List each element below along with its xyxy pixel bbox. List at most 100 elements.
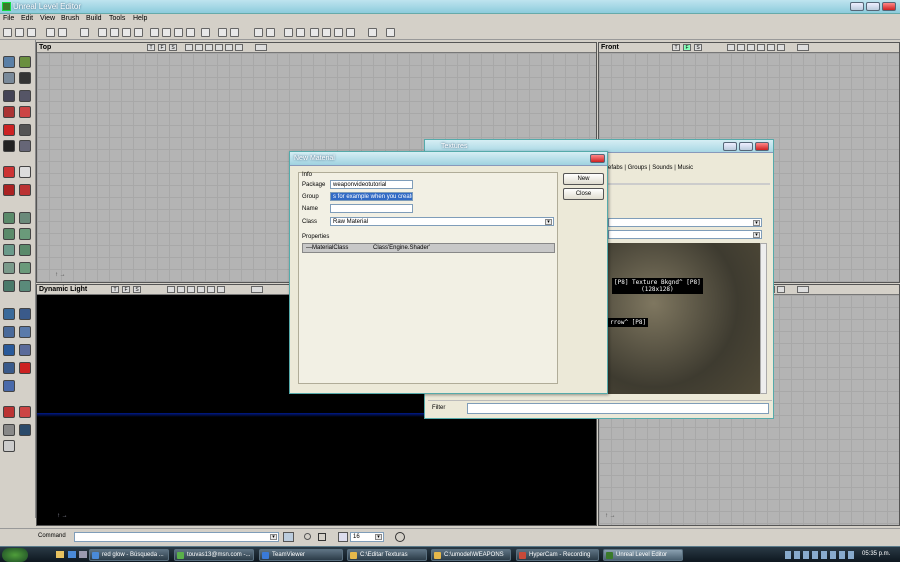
csg-add-icon[interactable]: [3, 308, 15, 320]
csg-subtract-icon[interactable]: [19, 308, 31, 320]
menu-edit[interactable]: Edit: [21, 15, 33, 22]
csg-intersect-icon[interactable]: [3, 326, 15, 338]
terrain-builder-icon[interactable]: [3, 244, 15, 256]
brush-pen-icon[interactable]: [3, 166, 15, 178]
volumetric-builder-icon[interactable]: [19, 244, 31, 256]
build-lighting-icon[interactable]: [266, 28, 275, 37]
view-mode-button[interactable]: [177, 286, 185, 293]
spiral-builder-icon[interactable]: [19, 280, 31, 292]
taskbar-item[interactable]: C:\umodel\WEAPONS: [431, 549, 511, 561]
maximize-button[interactable]: [866, 2, 880, 11]
tab-sounds[interactable]: Sounds: [652, 165, 672, 171]
save-map-icon[interactable]: [27, 28, 36, 37]
viewport-options-button[interactable]: [797, 44, 809, 51]
menu-tools[interactable]: Tools: [109, 15, 125, 22]
menu-brush[interactable]: Brush: [61, 15, 79, 22]
cylinder-builder-icon[interactable]: [3, 262, 15, 274]
sheet-builder-icon[interactable]: [19, 212, 31, 224]
close-button[interactable]: [882, 2, 896, 11]
select-inverse-icon[interactable]: [3, 424, 15, 436]
movie-icon[interactable]: [3, 140, 15, 152]
view-side-button[interactable]: S: [169, 44, 177, 51]
prefab-browser-icon[interactable]: [174, 28, 183, 37]
package-input[interactable]: weaponvideotutorial: [330, 180, 413, 189]
terrain-mode-icon[interactable]: [19, 72, 31, 84]
filter-input[interactable]: [467, 403, 769, 414]
tab-prefabs[interactable]: efabs: [608, 165, 623, 171]
csg-deintersect-icon[interactable]: [19, 326, 31, 338]
view-mode-button[interactable]: [777, 286, 785, 293]
texture-scrollbar[interactable]: [760, 243, 767, 394]
view-mode-button[interactable]: [185, 44, 193, 51]
redo-icon[interactable]: [58, 28, 67, 37]
view-mode-button[interactable]: [195, 44, 203, 51]
texture-rotate-icon[interactable]: [19, 90, 31, 102]
view-mode-button[interactable]: [217, 286, 225, 293]
snap-toggle-icon[interactable]: [304, 533, 311, 540]
system-tray-icons[interactable]: [785, 551, 855, 559]
name-input[interactable]: [330, 204, 413, 213]
camera-move-icon[interactable]: [3, 56, 15, 68]
command-input[interactable]: ▾: [74, 532, 279, 542]
view-mode-button[interactable]: [727, 44, 735, 51]
font-icon[interactable]: [201, 28, 210, 37]
tab-music[interactable]: Music: [677, 165, 693, 171]
staircase-builder-icon[interactable]: [3, 228, 15, 240]
view-mode-button[interactable]: [207, 286, 215, 293]
view-mode-button[interactable]: [187, 286, 195, 293]
maximize-button[interactable]: [739, 142, 753, 151]
texture-pan-icon[interactable]: [3, 90, 15, 102]
shield-icon[interactable]: [3, 380, 15, 392]
help-cursor-icon[interactable]: [386, 28, 395, 37]
view-mode-button[interactable]: [205, 44, 213, 51]
curved-stair-builder-icon[interactable]: [19, 228, 31, 240]
menu-build[interactable]: Build: [86, 15, 102, 22]
play-level-icon[interactable]: [368, 28, 377, 37]
close-button[interactable]: [590, 154, 605, 163]
matinee-icon[interactable]: [3, 124, 15, 136]
desktop-quicklaunch-icon[interactable]: [79, 551, 87, 558]
build-all-icon[interactable]: [296, 28, 305, 37]
build-geometry-icon[interactable]: [254, 28, 263, 37]
view-top-button[interactable]: T: [147, 44, 155, 51]
texture-grid[interactable]: [P8] Texture Bkgnd^ [P8] (128x128) rrow^…: [608, 243, 760, 394]
taskbar-item[interactable]: TeamViewer: [259, 549, 343, 561]
hide-selected-icon[interactable]: [19, 406, 31, 418]
sphere-mode-icon[interactable]: [19, 140, 31, 152]
texture-browser-icon[interactable]: [150, 28, 159, 37]
add-mover-icon[interactable]: [3, 344, 15, 356]
view-mode-button[interactable]: [747, 44, 755, 51]
view-mode-button[interactable]: [767, 44, 775, 51]
vertex-edit-icon[interactable]: [19, 56, 31, 68]
snap-icon[interactable]: [334, 28, 343, 37]
viewport-options-button[interactable]: [797, 286, 809, 293]
view-side-button[interactable]: S: [694, 44, 702, 51]
menu-view[interactable]: View: [40, 15, 55, 22]
class-dropdown[interactable]: Raw Material ▾: [330, 217, 554, 226]
package-dropdown[interactable]: ▾: [608, 218, 762, 227]
sound-browser-icon[interactable]: [134, 28, 143, 37]
mesh-browser-icon[interactable]: [162, 28, 171, 37]
open-map-icon[interactable]: [15, 28, 24, 37]
view-mode-button[interactable]: [757, 44, 765, 51]
camera-speed-icon[interactable]: [3, 440, 15, 452]
group-dropdown[interactable]: ▾: [608, 230, 762, 239]
brush-clip-icon[interactable]: [3, 106, 15, 118]
cone-builder-icon[interactable]: [19, 262, 31, 274]
dialog-close-button[interactable]: Close: [563, 188, 604, 200]
grid-size-dropdown[interactable]: 16 ▾: [350, 532, 384, 542]
music-browser-icon[interactable]: [122, 28, 131, 37]
taskbar-item[interactable]: HyperCam - Recording: [516, 549, 599, 561]
geometry-mode-icon[interactable]: [3, 72, 15, 84]
view-front-button[interactable]: F: [122, 286, 130, 293]
particle-icon[interactable]: [19, 124, 31, 136]
slice-icon[interactable]: [3, 184, 15, 196]
new-button[interactable]: New: [563, 173, 604, 185]
menu-help[interactable]: Help: [133, 15, 147, 22]
start-button[interactable]: [2, 548, 28, 562]
browser-quicklaunch-icon[interactable]: [68, 551, 76, 558]
view-top-button[interactable]: T: [111, 286, 119, 293]
view-mode-button[interactable]: [737, 44, 745, 51]
rotation-snap-icon[interactable]: [395, 532, 405, 542]
undo-icon[interactable]: [46, 28, 55, 37]
